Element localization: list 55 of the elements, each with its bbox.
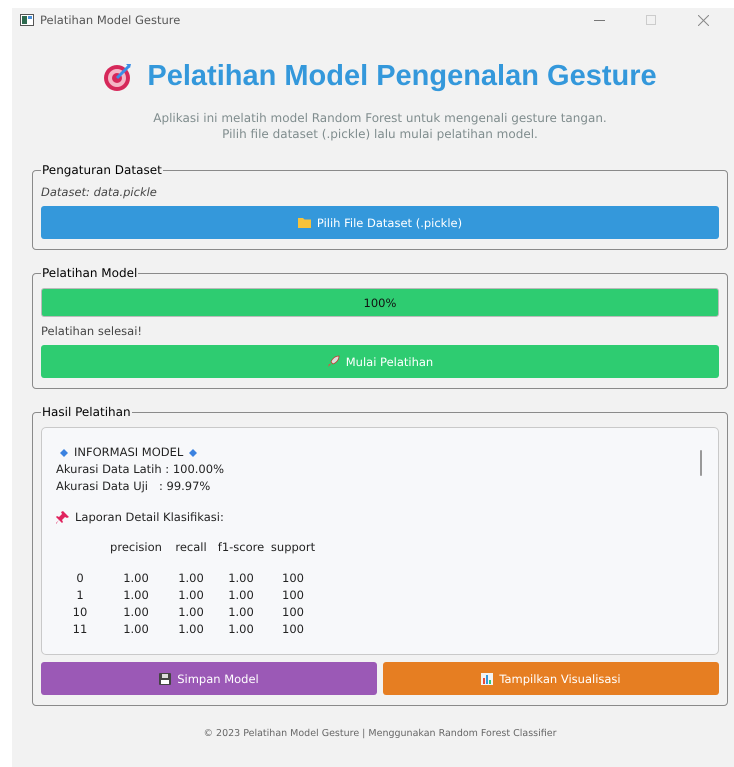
result-line: Akurasi Data Uji : 99.97% [56,478,210,495]
save-model-button[interactable]: Simpan Model [41,662,377,695]
info-title: INFORMASI MODEL [74,444,184,461]
table-cell-text: 1.00 [122,570,150,588]
table-cell-text: 100 [281,604,305,622]
choose-file-button[interactable]: Pilih File Dataset (.pickle) [41,206,719,239]
table-cell-text: 1.00 [177,570,205,588]
table-cell-text: 1.00 [122,587,150,604]
column-header: f1-score [216,539,266,556]
scrollbar[interactable] [700,450,702,476]
table-cell-text: 1.00 [227,570,255,588]
status-text: Pelatihan selesai! [41,324,144,338]
class-label: 11 [72,621,88,638]
column-header: support [270,539,316,556]
table-cell-text: 1.00 [122,604,150,622]
class-label: 0 [75,570,85,588]
dataset-label: Dataset: data.pickle [41,185,158,199]
page-heading: Pelatihan Model Pengenalan Gesture [147,60,657,93]
results-text-area[interactable] [41,427,719,655]
show-visualization-button[interactable]: Tampilkan Visualisasi [383,662,719,695]
maximize-icon [646,15,656,25]
table-cell-text: 100 [281,570,305,588]
group-title: Hasil Pelatihan [41,405,132,419]
target-icon [103,62,134,92]
table-cell-text: 1.00 [227,621,255,638]
table-cell-text: 100 [281,587,305,604]
group-title: Pengaturan Dataset [41,163,163,177]
table-cell-text: 100 [281,621,305,638]
column-header: precision [109,539,163,556]
group-title: Pelatihan Model [41,266,138,280]
app-icon [20,14,34,26]
result-line: Akurasi Data Latih : 100.00% [56,461,224,478]
close-icon [698,14,708,26]
class-label: 10 [72,604,88,622]
description-text: Pilih file dataset (.pickle) lalu mulai pelatihan model. [222,127,538,141]
class-label: 1 [75,587,85,604]
table-cell-text: 1.00 [227,587,255,604]
bar-chart-icon [481,672,494,684]
rocket-icon [326,355,340,368]
progress-text: 100% [362,294,398,312]
table-cell-text: 1.00 [177,621,205,638]
start-training-button[interactable]: Mulai Pelatihan [41,345,719,378]
report-title: Laporan Detail Klasifikasi: [75,508,224,526]
table-cell-text: 1.00 [177,587,205,604]
pushpin-icon [56,510,69,524]
footer-text: © 2023 Pelatihan Model Gesture | Menggunakan Random Forest Classifier [202,728,558,739]
diamond-icon [60,448,68,456]
column-header: recall [174,539,208,556]
window-title: Pelatihan Model Gesture [40,13,182,27]
table-cell-text: 1.00 [227,604,255,622]
folder-icon [298,217,311,228]
table-cell-text: 1.00 [177,604,205,622]
diamond-icon [189,448,198,456]
description-text: Aplikasi ini melatih model Random Forest untuk mengenali gesture tangan. [153,111,607,125]
table-cell-text: 1.00 [122,621,150,638]
